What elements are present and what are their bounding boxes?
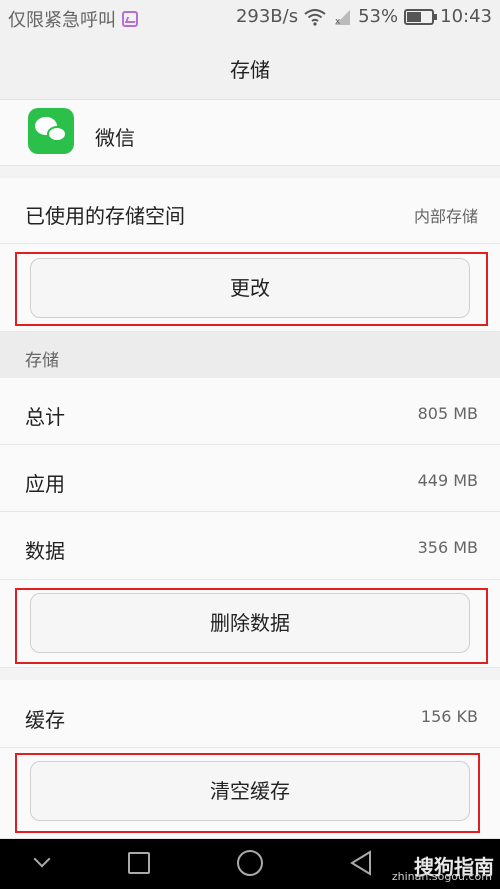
status-bar: 仅限紧急呼叫 293B/s x 53% 10:43 [0,0,500,36]
image-notification-icon [122,11,138,27]
status-right: 293B/s x 53% 10:43 [236,6,492,27]
svg-text:x: x [335,17,341,26]
app-name: 微信 [95,126,135,150]
highlight-box-change [15,252,488,326]
storage-location-value: 内部存储 [413,207,478,226]
storage-row-value: 805 MB [417,404,478,423]
highlight-box-delete [15,588,488,664]
storage-row-label: 应用 [25,472,65,496]
storage-row-label: 总计 [25,405,65,429]
storage-row-value: 356 MB [417,538,478,557]
recent-apps-square-icon[interactable] [128,852,150,874]
battery-percent: 53% [358,6,399,27]
wifi-icon [304,8,326,26]
section-title: 存储 [25,351,59,371]
cache-row: 缓存 156 KB [0,680,500,748]
carrier-text: 仅限紧急呼叫 [8,10,116,31]
divider-gap [0,166,500,178]
page-title: 存储 [230,58,270,82]
storage-used-row: 已使用的存储空间 内部存储 [0,178,500,244]
storage-row-total: 总计 805 MB [0,378,500,445]
title-bar: 存储 [0,36,500,100]
storage-row-label: 数据 [25,539,65,563]
signal-icon: x [335,9,351,26]
net-speed: 293B/s [235,6,299,27]
divider-gap [0,668,500,680]
wechat-icon [28,108,74,154]
navigation-bar: 搜狗指南 zhinan.sogou.com [0,839,500,889]
highlight-box-clear-cache [15,753,480,833]
chevron-down-icon[interactable] [33,850,51,868]
watermark-url: zhinan.sogou.com [391,870,492,883]
storage-used-label: 已使用的存储空间 [25,204,185,228]
storage-section-header: 存储 [0,332,500,378]
storage-row-app: 应用 449 MB [0,445,500,512]
clock: 10:43 [440,6,492,27]
storage-row-value: 449 MB [417,471,478,490]
battery-level [407,11,421,22]
status-left: 仅限紧急呼叫 [8,6,138,32]
cache-label: 缓存 [25,708,65,732]
battery-icon [404,8,438,25]
back-triangle-icon[interactable] [348,849,374,877]
chat-bubble-shape-2 [47,126,67,142]
storage-row-data: 数据 356 MB [0,512,500,580]
app-info-row: 微信 [0,100,500,166]
cache-value: 156 KB [420,707,478,726]
home-circle-icon[interactable] [237,850,263,876]
